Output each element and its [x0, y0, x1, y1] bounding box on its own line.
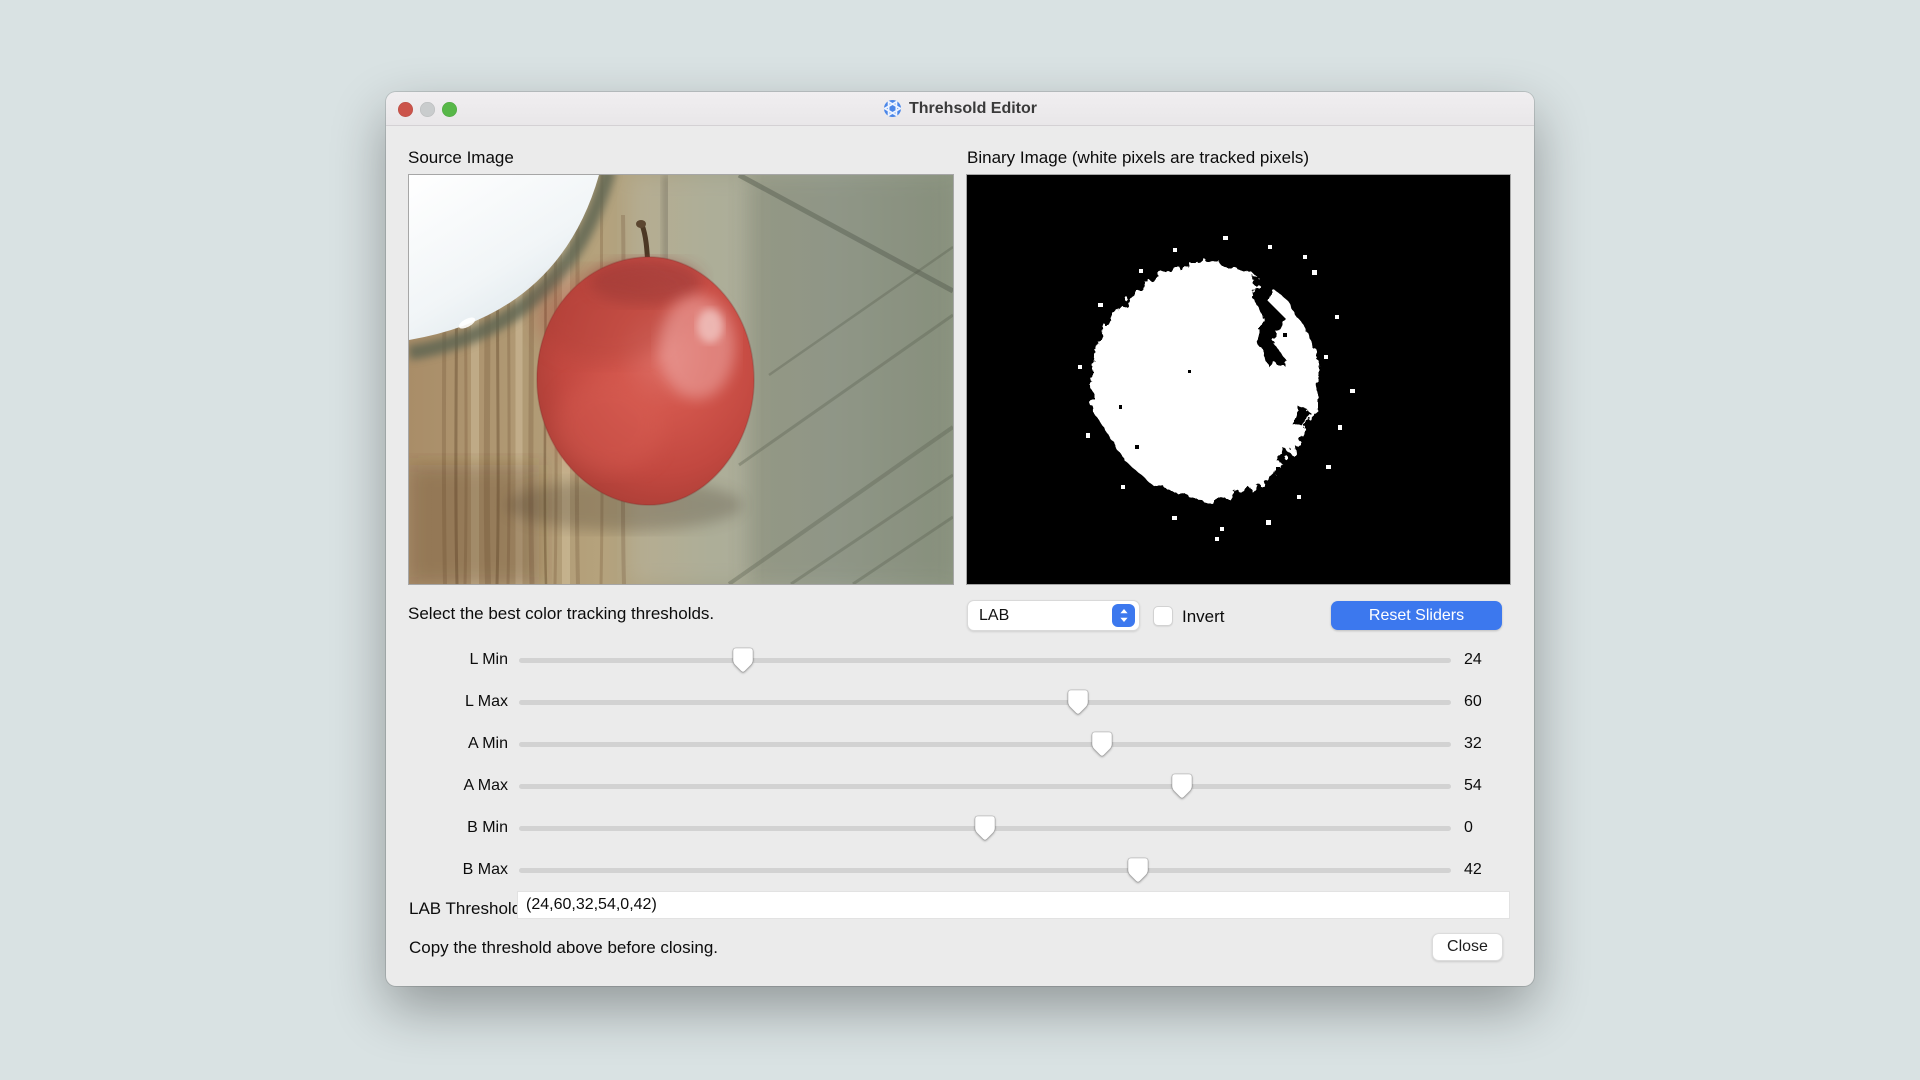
slider-value: 24	[1464, 651, 1482, 669]
copy-note-text: Copy the threshold above before closing.	[409, 938, 718, 958]
slider-label: A Min	[408, 735, 508, 753]
slider-row-a-max: A Max 54	[386, 765, 1534, 807]
prompt-text: Select the best color tracking threshold…	[408, 604, 714, 624]
binary-image	[967, 175, 1510, 584]
aperture-icon	[883, 99, 902, 118]
slider-row-b-min: B Min 0	[386, 807, 1534, 849]
invert-checkbox[interactable]	[1153, 606, 1173, 626]
reset-sliders-button[interactable]: Reset Sliders	[1331, 601, 1502, 630]
binary-image-label: Binary Image (white pixels are tracked p…	[967, 148, 1309, 168]
slider-thumb[interactable]	[1171, 773, 1193, 804]
source-image-label: Source Image	[408, 148, 514, 168]
threshold-value-field[interactable]	[517, 891, 1510, 919]
slider-thumb[interactable]	[1067, 689, 1089, 720]
threshold-editor-window: Threhsold Editor Source Image Binary Ima…	[386, 92, 1534, 986]
color-space-select[interactable]: LAB	[967, 600, 1140, 631]
slider-track[interactable]	[519, 868, 1451, 873]
slider-row-b-max: B Max 42	[386, 849, 1534, 891]
slider-thumb[interactable]	[732, 647, 754, 678]
invert-label: Invert	[1182, 607, 1225, 627]
apple-photo	[409, 175, 953, 584]
slider-row-l-max: L Max 60	[386, 681, 1534, 723]
window-title-text: Threhsold Editor	[909, 100, 1037, 118]
slider-thumb[interactable]	[1091, 731, 1113, 762]
minimize-window-button[interactable]	[420, 102, 435, 117]
slider-track[interactable]	[519, 700, 1451, 705]
slider-track[interactable]	[519, 658, 1451, 663]
slider-row-l-min: L Min 24	[386, 639, 1534, 681]
slider-value: 60	[1464, 693, 1482, 711]
desktop: { "window": { "title": "Threhsold Editor…	[0, 0, 1920, 1080]
color-space-value: LAB	[968, 607, 1112, 625]
close-button[interactable]: Close	[1432, 933, 1503, 961]
slider-track[interactable]	[519, 784, 1451, 789]
slider-track[interactable]	[519, 742, 1451, 747]
slider-label: L Min	[408, 651, 508, 669]
slider-track[interactable]	[519, 826, 1451, 831]
title-bar[interactable]: Threhsold Editor	[386, 92, 1534, 126]
source-image	[409, 175, 953, 584]
chevron-up-down-icon	[1112, 604, 1135, 627]
slider-label: A Max	[408, 777, 508, 795]
binary-mask	[967, 175, 1510, 584]
slider-value: 54	[1464, 777, 1482, 795]
slider-thumb[interactable]	[1127, 857, 1149, 888]
slider-row-a-min: A Min 32	[386, 723, 1534, 765]
slider-value: 32	[1464, 735, 1482, 753]
slider-label: B Min	[408, 819, 508, 837]
window-title: Threhsold Editor	[883, 99, 1037, 118]
threshold-field-label: LAB Threshold	[409, 899, 521, 919]
slider-label: B Max	[408, 861, 508, 879]
slider-thumb[interactable]	[974, 815, 996, 846]
slider-value: 42	[1464, 861, 1482, 879]
zoom-window-button[interactable]	[442, 102, 457, 117]
slider-label: L Max	[408, 693, 508, 711]
close-window-button[interactable]	[398, 102, 413, 117]
slider-value: 0	[1464, 819, 1473, 837]
